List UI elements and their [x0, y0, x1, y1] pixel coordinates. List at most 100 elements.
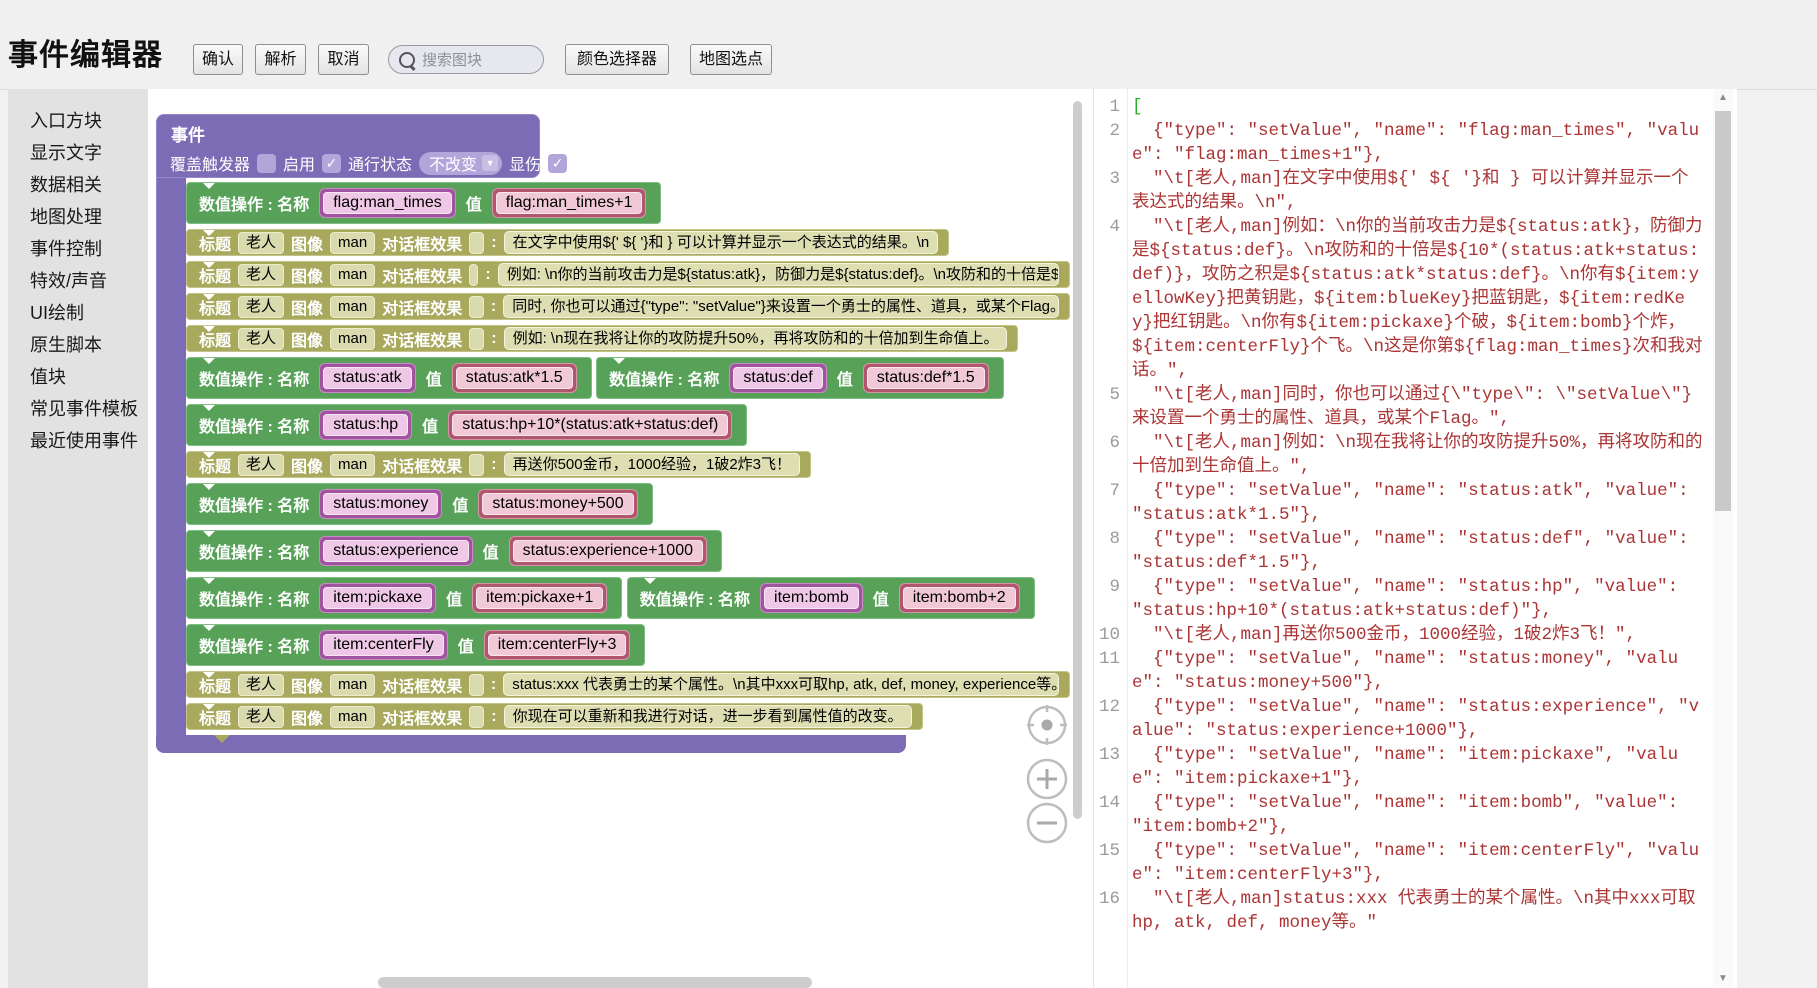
scroll-down-icon[interactable]: ▼: [1713, 970, 1733, 988]
code-line[interactable]: 14 {"type": "setValue", "name": "item:bo…: [1094, 791, 1703, 839]
zoom-in-icon[interactable]: [1025, 757, 1069, 801]
title-field[interactable]: 老人: [238, 296, 284, 318]
zoom-out-icon[interactable]: [1025, 801, 1069, 845]
code-line[interactable]: 4 "\t[老人,man]例如：\n你的当前攻击力是${status:atk}，…: [1094, 215, 1703, 383]
text-block[interactable]: 标题 老人 图像 man 对话框效果 : 在文字中使用${' ${ '}和 } …: [186, 229, 949, 256]
setvalue-block[interactable]: 数值操作 : 名称 flag:man_times 值 flag:man_time…: [186, 182, 661, 224]
value-field[interactable]: item:bomb+2: [899, 583, 1020, 613]
text-block[interactable]: 标题 老人 图像 man 对话框效果 : 你现在可以重新和我进行对话，进一步看到…: [186, 703, 923, 730]
effect-field[interactable]: [469, 706, 484, 728]
effect-field[interactable]: [469, 328, 484, 350]
value-field[interactable]: item:pickaxe+1: [472, 583, 607, 613]
value-field[interactable]: flag:man_times+1: [492, 188, 647, 218]
value-field[interactable]: status:hp+10*(status:atk+status:def): [448, 410, 732, 440]
setvalue-block[interactable]: 数值操作 : 名称 status:atk 值 status:atk*1.5: [186, 357, 592, 399]
value-field[interactable]: status:money+500: [478, 489, 637, 519]
title-field[interactable]: 老人: [238, 328, 284, 350]
scroll-up-icon[interactable]: ▲: [1713, 89, 1733, 107]
name-field[interactable]: status:experience: [319, 536, 472, 566]
setvalue-block[interactable]: 数值操作 : 名称 status:experience 值 status:exp…: [186, 530, 722, 572]
text-block[interactable]: 标题 老人 图像 man 对话框效果 : 再送你500金币，1000经验，1破2…: [186, 451, 811, 478]
setvalue-block[interactable]: 数值操作 : 名称 status:money 值 status:money+50…: [186, 483, 653, 525]
map-pick-button[interactable]: 地图选点: [690, 44, 772, 75]
effect-field[interactable]: [469, 454, 484, 476]
text-field[interactable]: 再送你500金币，1000经验，1破2炸3飞！: [504, 453, 800, 476]
code-line[interactable]: 3 "\t[老人,man]在文字中使用${' ${ '}和 } 可以计算并显示一…: [1094, 167, 1703, 215]
sidebar-item-native-script[interactable]: 原生脚本: [8, 329, 148, 361]
effect-field[interactable]: [469, 674, 484, 696]
image-field[interactable]: man: [330, 296, 375, 318]
image-field[interactable]: man: [330, 232, 375, 254]
sidebar-item-map-handling[interactable]: 地图处理: [8, 201, 148, 233]
image-field[interactable]: man: [330, 706, 375, 728]
effect-field[interactable]: [469, 264, 478, 286]
sidebar-item-effects-sound[interactable]: 特效/声音: [8, 265, 148, 297]
sidebar-item-recent-events[interactable]: 最近使用事件: [8, 425, 148, 457]
code-scrollbar-thumb[interactable]: [1715, 111, 1731, 511]
title-field[interactable]: 老人: [238, 454, 284, 476]
code-line[interactable]: 13 {"type": "setValue", "name": "item:pi…: [1094, 743, 1703, 791]
pass-state-dropdown[interactable]: 不改变 ▼: [419, 152, 502, 175]
name-field[interactable]: item:pickaxe: [319, 583, 436, 613]
confirm-button[interactable]: 确认: [193, 44, 243, 75]
show-damage-checkbox[interactable]: ✓: [548, 154, 567, 173]
event-block-header[interactable]: 事件 覆盖触发器 启用 ✓ 通行状态 不改变 ▼ 显伤 ✓: [156, 114, 540, 178]
cancel-button[interactable]: 取消: [318, 44, 369, 75]
sidebar-item-value-blocks[interactable]: 值块: [8, 361, 148, 393]
image-field[interactable]: man: [330, 454, 375, 476]
override-trigger-checkbox[interactable]: [257, 154, 276, 173]
parse-button[interactable]: 解析: [255, 44, 306, 75]
setvalue-block[interactable]: 数值操作 : 名称 item:pickaxe 值 item:pickaxe+1: [186, 577, 622, 619]
name-field[interactable]: status:def: [729, 363, 826, 393]
title-field[interactable]: 老人: [238, 706, 284, 728]
code-line[interactable]: 7 {"type": "setValue", "name": "status:a…: [1094, 479, 1703, 527]
effect-field[interactable]: [469, 232, 484, 254]
text-field[interactable]: 例如: \n现在我将让你的攻防提升50%，再将攻防和的十倍加到生命值上。: [504, 327, 1008, 350]
title-field[interactable]: 老人: [238, 674, 284, 696]
title-field[interactable]: 老人: [238, 264, 284, 286]
sidebar-item-show-text[interactable]: 显示文字: [8, 137, 148, 169]
setvalue-block[interactable]: 数值操作 : 名称 status:hp 值 status:hp+10*(stat…: [186, 404, 747, 446]
text-field[interactable]: 例如: \n你的当前攻击力是${status:atk}，防御力是${status…: [498, 263, 1059, 286]
sidebar-item-common-templates[interactable]: 常见事件模板: [8, 393, 148, 425]
title-field[interactable]: 老人: [238, 232, 284, 254]
block-workspace[interactable]: 事件 覆盖触发器 启用 ✓ 通行状态 不改变 ▼ 显伤 ✓ 数值操作 : 名称: [148, 89, 1093, 988]
text-block[interactable]: 标题 老人 图像 man 对话框效果 : 例如: \n你的当前攻击力是${sta…: [186, 261, 1070, 288]
value-field[interactable]: status:experience+1000: [509, 536, 707, 566]
name-field[interactable]: status:money: [319, 489, 442, 519]
zoom-reset-icon[interactable]: [1025, 703, 1069, 747]
setvalue-block[interactable]: 数值操作 : 名称 item:bomb 值 item:bomb+2: [627, 577, 1035, 619]
text-field[interactable]: status:xxx 代表勇士的某个属性。\n其中xxx可取hp, atk, d…: [503, 673, 1059, 696]
image-field[interactable]: man: [330, 674, 375, 696]
code-lines[interactable]: 1[ 2 {"type": "setValue", "name": "flag:…: [1094, 95, 1703, 988]
text-field[interactable]: 你现在可以重新和我进行对话，进一步看到属性值的改变。: [504, 705, 912, 728]
name-field[interactable]: status:atk: [319, 363, 415, 393]
workspace-horizontal-scrollbar[interactable]: [378, 977, 812, 988]
code-line[interactable]: 6 "\t[老人,man]例如：\n现在我将让你的攻防提升50%，再将攻防和的十…: [1094, 431, 1703, 479]
workspace-vertical-scrollbar[interactable]: [1073, 101, 1082, 819]
setvalue-block[interactable]: 数值操作 : 名称 status:def 值 status:def*1.5: [596, 357, 1003, 399]
code-line[interactable]: 15 {"type": "setValue", "name": "item:ce…: [1094, 839, 1703, 887]
event-block[interactable]: 事件 覆盖触发器 启用 ✓ 通行状态 不改变 ▼ 显伤 ✓ 数值操作 : 名称: [156, 114, 1093, 753]
code-line[interactable]: 9 {"type": "setValue", "name": "status:h…: [1094, 575, 1703, 623]
name-field[interactable]: flag:man_times: [319, 188, 456, 218]
image-field[interactable]: man: [330, 328, 375, 350]
code-line[interactable]: 1[: [1094, 95, 1703, 119]
sidebar-item-ui-draw[interactable]: UI绘制: [8, 297, 148, 329]
code-line[interactable]: 11 {"type": "setValue", "name": "status:…: [1094, 647, 1703, 695]
text-field[interactable]: 在文字中使用${' ${ '}和 } 可以计算并显示一个表达式的结果。\n: [504, 231, 939, 254]
text-block[interactable]: 标题 老人 图像 man 对话框效果 : 例如: \n现在我将让你的攻防提升50…: [186, 325, 1018, 352]
image-field[interactable]: man: [330, 264, 375, 286]
sidebar-item-event-control[interactable]: 事件控制: [8, 233, 148, 265]
name-field[interactable]: status:hp: [319, 410, 412, 440]
name-field[interactable]: item:centerFly: [319, 630, 447, 660]
color-picker-button[interactable]: 颜色选择器: [565, 44, 669, 75]
text-block[interactable]: 标题 老人 图像 man 对话框效果 : 同时, 你也可以通过{"type": …: [186, 293, 1070, 320]
value-field[interactable]: status:atk*1.5: [452, 363, 577, 393]
enabled-checkbox[interactable]: ✓: [322, 154, 341, 173]
code-line[interactable]: 12 {"type": "setValue", "name": "status:…: [1094, 695, 1703, 743]
effect-field[interactable]: [469, 296, 484, 318]
search-input[interactable]: 搜索图块: [388, 45, 544, 74]
code-scrollbar[interactable]: ▲ ▼: [1713, 89, 1733, 988]
code-line[interactable]: 5 "\t[老人,man]同时，你也可以通过{\"type\": \"setVa…: [1094, 383, 1703, 431]
